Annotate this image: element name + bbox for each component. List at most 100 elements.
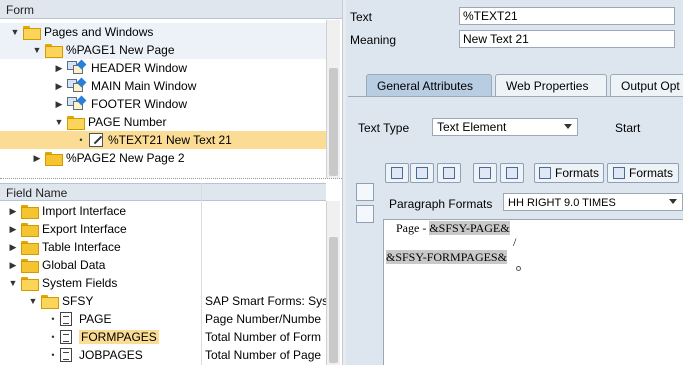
field-row[interactable]: ▶ Export Interface (0, 220, 326, 238)
text-editor[interactable]: Page - &SFSY-PAGE& / &SFSY-FORMPAGES& (383, 219, 683, 365)
expand-icon[interactable]: ▶ (54, 63, 64, 74)
tab-general-attributes[interactable]: General Attributes (366, 74, 492, 96)
edit-text-icon[interactable] (356, 183, 374, 201)
tree-node[interactable]: ▼ Pages and Windows (0, 23, 326, 41)
paragraph-format-value: HH RIGHT 9.0 TIMES (508, 197, 616, 209)
folder-icon (45, 152, 63, 166)
field-name-column-header: Field Name (6, 186, 68, 200)
expand-icon[interactable]: ▶ (8, 242, 18, 253)
chevron-down-icon (564, 124, 572, 129)
field-list-scrollbar[interactable] (326, 201, 340, 365)
expand-icon[interactable]: ▶ (8, 260, 18, 271)
window-icon (67, 95, 87, 111)
folder-open-icon (23, 26, 41, 40)
tree-node-label: %PAGE2 New Page 2 (66, 151, 185, 165)
field-row[interactable]: ▶ Table Interface (0, 238, 326, 256)
field-name: Global Data (42, 258, 106, 272)
formats-label: Formats (554, 166, 599, 180)
cut-button[interactable] (385, 163, 409, 183)
separator-text: / (513, 235, 517, 249)
tree-node-label: %TEXT21 New Text 21 (108, 133, 232, 147)
collapse-icon[interactable]: ▼ (54, 117, 64, 127)
collapse-icon[interactable]: ▼ (28, 296, 38, 306)
text-type-value: Text Element (437, 120, 507, 134)
formats-toggle-button[interactable]: Formats (534, 163, 604, 183)
start-label: Start (615, 121, 641, 135)
bullet-icon: • (51, 332, 55, 342)
formats-icon (539, 167, 551, 179)
field-row[interactable]: ▼ System Fields (0, 274, 326, 292)
field-list-scroll-thumb[interactable] (329, 237, 338, 363)
text-name-field[interactable]: %TEXT21 (459, 7, 675, 25)
form-tree-header-label: Form (6, 3, 34, 17)
find-next-button[interactable] (500, 163, 524, 183)
collapse-icon[interactable]: ▼ (10, 27, 20, 37)
tree-node[interactable]: ▶ HEADER Window (0, 59, 326, 77)
field-name: FORMPAGES (79, 330, 159, 344)
tree-node[interactable]: ▶ MAIN Main Window (0, 77, 326, 95)
tree-node[interactable]: ▶ %PAGE2 New Page 2 (0, 149, 326, 167)
folder-open-icon (45, 44, 63, 58)
formats-undo-button[interactable]: Formats (607, 163, 679, 183)
page-field-token[interactable]: &SFSY-PAGE& (429, 221, 510, 235)
folder-icon (21, 223, 39, 237)
tab-output-options[interactable]: Output Opt (610, 74, 683, 96)
copy-button[interactable] (410, 163, 434, 183)
expand-icon[interactable]: ▶ (54, 99, 64, 110)
meaning-field[interactable]: New Text 21 (459, 30, 675, 48)
document-icon (60, 348, 72, 362)
tree-node-label: PAGE Number (88, 115, 167, 129)
tree-node-label: FOOTER Window (91, 97, 188, 111)
expand-icon[interactable]: ▶ (32, 153, 42, 164)
tree-node-label: %PAGE1 New Page (66, 43, 175, 57)
paste-button[interactable] (437, 163, 461, 183)
window-icon (67, 59, 87, 75)
document-icon (60, 330, 72, 344)
paragraph-formats-label: Paragraph Formats (389, 197, 493, 211)
field-row[interactable]: ▶ Global Data (0, 256, 326, 274)
paragraph-format-select[interactable]: HH RIGHT 9.0 TIMES (503, 193, 683, 211)
find-button[interactable] (473, 163, 497, 183)
editor-line-1: Page - &SFSY-PAGE& (396, 221, 510, 236)
collapse-icon[interactable]: ▼ (32, 45, 42, 55)
tree-node[interactable]: ▶ FOOTER Window (0, 95, 326, 113)
tree-node-label: Pages and Windows (44, 25, 154, 39)
left-navigation-pane: Form ▼ Pages and Windows ▼ %PAGE1 New Page ▶… (0, 0, 342, 365)
tree-node[interactable]: • %TEXT21 New Text 21 (0, 131, 326, 149)
field-row[interactable]: ▶ Import Interface (0, 202, 326, 220)
field-row[interactable]: • JOBPAGES Total Number of Page (0, 346, 326, 364)
chevron-down-icon (669, 199, 677, 204)
copy-icon (416, 167, 428, 179)
field-name: System Fields (42, 276, 118, 290)
text-type-select[interactable]: Text Element (432, 118, 578, 136)
undo-formats-icon (612, 167, 625, 179)
tree-node[interactable]: ▼ %PAGE1 New Page (0, 41, 326, 59)
expand-icon[interactable]: ▶ (8, 206, 18, 217)
tree-node-label: HEADER Window (91, 61, 188, 75)
bullet-icon: • (51, 350, 55, 360)
form-tree-scroll-thumb[interactable] (329, 68, 338, 176)
window-icon (67, 77, 87, 93)
expand-icon[interactable]: ▶ (8, 224, 18, 235)
tree-node-label: MAIN Main Window (91, 79, 197, 93)
field-row[interactable]: • PAGE Page Number/Numbe (0, 310, 326, 328)
scissors-icon (391, 167, 403, 179)
folder-icon (21, 241, 39, 255)
form-tree-scrollbar[interactable] (326, 20, 340, 178)
field-description: SAP Smart Forms: Sys (205, 294, 326, 308)
binoculars-icon (479, 167, 491, 179)
field-row[interactable]: • FORMPAGES Total Number of Form (0, 328, 326, 346)
text-label: Text (350, 10, 373, 24)
attribute-tabs: General Attributes Web Properties Output… (348, 74, 683, 96)
folder-open-icon (67, 116, 85, 130)
collapse-icon[interactable]: ▼ (8, 278, 18, 288)
insert-field-icon[interactable] (356, 205, 374, 223)
tab-web-properties[interactable]: Web Properties (495, 74, 607, 96)
meaning-label: Meaning (350, 33, 397, 47)
paste-icon (443, 167, 455, 179)
expand-icon[interactable]: ▶ (54, 81, 64, 92)
formpages-field-token[interactable]: &SFSY-FORMPAGES& (386, 250, 507, 264)
field-description: Total Number of Page (205, 348, 322, 362)
field-row[interactable]: ▼ SFSY SAP Smart Forms: Sys (0, 292, 326, 310)
tree-node[interactable]: ▼ PAGE Number (0, 113, 326, 131)
